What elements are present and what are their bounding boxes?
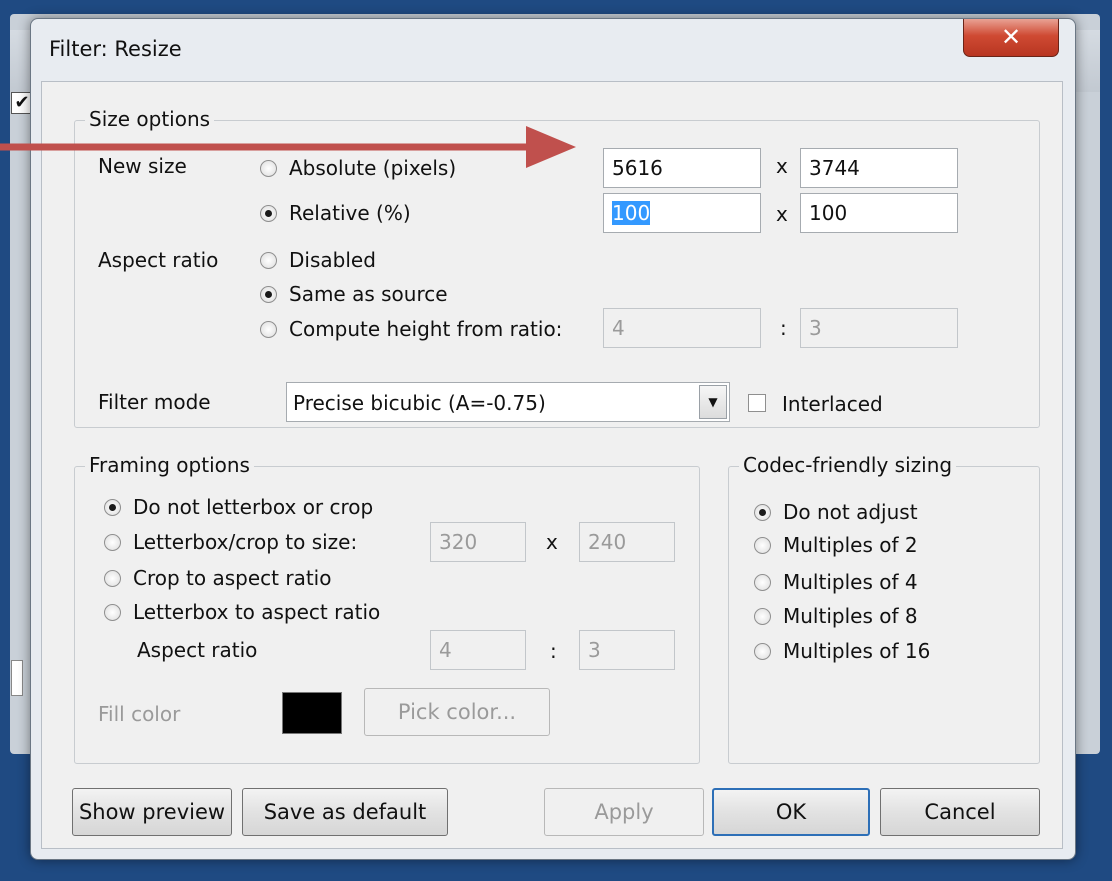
letterbox-times-sign: x [546, 530, 558, 554]
letterbox-crop-radio[interactable]: Letterbox/crop to size: [104, 530, 357, 554]
absolute-width-input[interactable]: 5616 [603, 148, 761, 188]
fill-color-swatch [282, 692, 342, 734]
codec-option-label: Multiples of 16 [783, 639, 931, 663]
ok-button[interactable]: OK [712, 788, 870, 836]
framing-ratio-width-input[interactable]: 4 [430, 630, 526, 670]
radio-icon [754, 503, 771, 521]
radio-icon [260, 251, 277, 269]
background-control [11, 660, 23, 696]
radio-icon [104, 603, 121, 621]
absolute-height-input[interactable]: 3744 [800, 148, 958, 188]
compute-height-label: Compute height from ratio: [289, 317, 563, 341]
crop-aspect-radio[interactable]: Crop to aspect ratio [104, 566, 331, 590]
aspect-disabled-radio[interactable]: Disabled [260, 248, 376, 272]
annotation-arrow-head [526, 126, 576, 168]
aspect-same-as-source-radio[interactable]: Same as source [260, 282, 448, 306]
radio-icon [104, 533, 121, 551]
compute-height-radio[interactable]: Compute height from ratio: [260, 317, 562, 341]
letterbox-width-input[interactable]: 320 [430, 522, 526, 562]
close-button[interactable]: ✕ [963, 19, 1059, 57]
codec-option-label: Multiples of 4 [783, 570, 918, 594]
radio-icon [754, 573, 771, 591]
aspect-ratio-label: Aspect ratio [98, 248, 219, 272]
letterbox-aspect-label: Letterbox to aspect ratio [133, 600, 381, 624]
codec-option-label: Multiples of 2 [783, 533, 918, 557]
codec-multiples-16-radio[interactable]: Multiples of 16 [754, 639, 930, 663]
save-as-default-button[interactable]: Save as default [242, 788, 448, 836]
absolute-times-sign: x [776, 154, 788, 178]
radio-icon [754, 536, 771, 554]
radio-icon [104, 498, 121, 516]
relative-width-input[interactable]: 100 [603, 193, 761, 233]
dialog-client-area: Size options New size Absolute (pixels) … [41, 81, 1063, 849]
filter-mode-select[interactable]: Precise bicubic (A=-0.75) ▼ [286, 382, 730, 422]
radio-icon [104, 569, 121, 587]
letterbox-crop-label: Letterbox/crop to size: [133, 530, 358, 554]
radio-icon [754, 607, 771, 625]
radio-icon [260, 204, 277, 222]
crop-aspect-label: Crop to aspect ratio [133, 566, 332, 590]
no-letterbox-radio[interactable]: Do not letterbox or crop [104, 495, 373, 519]
letterbox-height-input[interactable]: 240 [579, 522, 675, 562]
interlaced-label: Interlaced [782, 392, 883, 416]
annotation-arrow [0, 126, 576, 168]
relative-times-sign: x [776, 202, 788, 226]
radio-icon [754, 642, 771, 660]
codec-sizing-legend: Codec-friendly sizing [739, 453, 957, 477]
show-preview-button[interactable]: Show preview [72, 788, 232, 836]
ratio-colon: : [780, 316, 787, 340]
cancel-button[interactable]: Cancel [880, 788, 1040, 836]
aspect-same-label: Same as source [289, 282, 448, 306]
radio-icon [260, 285, 277, 303]
filter-mode-value: Precise bicubic (A=-0.75) [293, 391, 546, 415]
ratio-height-input[interactable]: 3 [800, 308, 958, 348]
framing-ratio-colon: : [550, 639, 557, 663]
title-bar[interactable]: Filter: Resize ✕ [31, 19, 1075, 81]
dialog-title: Filter: Resize [49, 37, 182, 61]
no-letterbox-label: Do not letterbox or crop [133, 495, 374, 519]
pick-color-button[interactable]: Pick color... [364, 688, 550, 736]
radio-icon [260, 320, 277, 338]
relative-percent-label: Relative (%) [289, 201, 411, 225]
codec-multiples-2-radio[interactable]: Multiples of 2 [754, 533, 918, 557]
codec-do-not-adjust-radio[interactable]: Do not adjust [754, 500, 918, 524]
interlaced-checkbox[interactable] [748, 394, 766, 412]
framing-aspect-ratio-label: Aspect ratio [137, 638, 258, 662]
ratio-width-input[interactable]: 4 [603, 308, 761, 348]
codec-option-label: Do not adjust [783, 500, 918, 524]
filter-mode-label: Filter mode [98, 390, 211, 414]
codec-option-label: Multiples of 8 [783, 604, 918, 628]
aspect-disabled-label: Disabled [289, 248, 376, 272]
fill-color-label: Fill color [98, 702, 181, 726]
framing-ratio-height-input[interactable]: 3 [579, 630, 675, 670]
relative-percent-radio[interactable]: Relative (%) [260, 201, 411, 225]
apply-button[interactable]: Apply [544, 788, 704, 836]
letterbox-aspect-radio[interactable]: Letterbox to aspect ratio [104, 600, 380, 624]
selected-text: 100 [612, 201, 651, 225]
dropdown-arrow-icon[interactable]: ▼ [699, 385, 727, 419]
close-icon: ✕ [1000, 23, 1022, 51]
codec-multiples-8-radio[interactable]: Multiples of 8 [754, 604, 918, 628]
codec-multiples-4-radio[interactable]: Multiples of 4 [754, 570, 918, 594]
relative-height-input[interactable]: 100 [800, 193, 958, 233]
framing-options-legend: Framing options [85, 453, 254, 477]
